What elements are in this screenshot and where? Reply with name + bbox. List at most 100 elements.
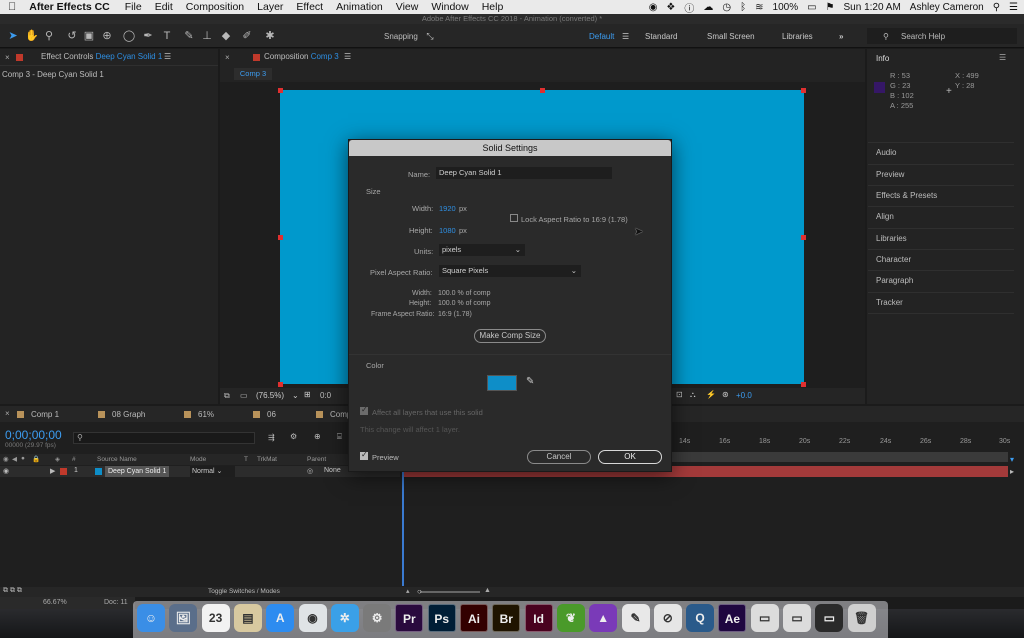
layer-row[interactable]: ◉ ▶ 1 Deep Cyan Solid 1 Normal ⌄ ◎ None <box>0 466 400 477</box>
cloud-icon[interactable]: ☁ <box>703 2 713 13</box>
hand-tool-icon[interactable]: ✋ <box>25 29 39 43</box>
track-scroll-icon[interactable]: ▸ <box>1010 467 1014 476</box>
frame-blend-icon[interactable]: ⌸ <box>337 432 342 442</box>
dock-preview-icon[interactable]: 🖼 <box>169 604 198 632</box>
dock-after-effects-icon[interactable]: Ae <box>718 604 747 632</box>
menu-file[interactable]: File <box>125 1 142 13</box>
eraser-tool-icon[interactable]: ◆ <box>219 29 233 43</box>
work-area-end-icon[interactable]: ▾ <box>1010 455 1014 464</box>
menu-composition[interactable]: Composition <box>186 1 244 13</box>
zoom-tool-icon[interactable]: ⚲ <box>42 29 56 43</box>
roto-brush-tool-icon[interactable]: ✐ <box>240 29 254 43</box>
current-time-indicator[interactable] <box>402 462 404 586</box>
time-machine-icon[interactable]: ◷ <box>722 2 731 13</box>
effect-controls-tab[interactable]: Effect Controls Deep Cyan Solid 1 <box>41 49 162 65</box>
timeline-tab-06[interactable]: 06 <box>267 410 276 419</box>
app-menu[interactable]: After Effects CC <box>29 1 110 13</box>
ok-button[interactable]: OK <box>598 450 662 464</box>
workspace-menu-icon[interactable]: ☰ <box>622 32 629 41</box>
handle-ml[interactable] <box>278 235 283 240</box>
close-timeline-tab-icon[interactable]: × <box>5 409 10 418</box>
dock-premiere-icon[interactable]: Pr <box>395 604 424 632</box>
zoom-slider-thumb[interactable]: ○ <box>417 587 422 596</box>
eyedropper-icon[interactable]: ✎ <box>526 376 534 387</box>
panel-menu-icon[interactable]: ☰ <box>164 49 171 65</box>
dock-quicktime-icon[interactable]: Q <box>686 604 715 632</box>
apple-menu-icon[interactable]:  <box>8 1 16 13</box>
column-source-name[interactable]: Source Name <box>97 456 137 463</box>
flowchart-icon[interactable]: ⛬ <box>690 390 696 400</box>
dock-doc-1-icon[interactable]: ▭ <box>750 604 779 632</box>
dock-trash-icon[interactable]: 🗑 <box>847 604 876 632</box>
workspace-default[interactable]: Default <box>589 32 614 41</box>
clone-stamp-tool-icon[interactable]: ⊥ <box>200 29 214 43</box>
layer-parent-value[interactable]: None <box>324 467 341 474</box>
menu-effect[interactable]: Effect <box>296 1 323 13</box>
timeline-tab-graph[interactable]: 08 Graph <box>112 410 145 419</box>
label-column-icon[interactable]: ◈ <box>55 455 60 463</box>
preview-checkbox[interactable] <box>360 450 368 460</box>
affect-all-checkbox[interactable] <box>360 405 368 415</box>
comp-subtab[interactable]: Comp 3 <box>234 68 272 80</box>
search-icon[interactable]: ⚲ <box>993 2 1000 13</box>
shy-icon[interactable]: ⊕ <box>314 432 321 441</box>
zoom-out-icon[interactable]: ▴ <box>406 587 410 595</box>
workspace-small-screen[interactable]: Small Screen <box>707 32 755 41</box>
puppet-tool-icon[interactable]: ✱ <box>263 29 277 43</box>
layer-search-input[interactable]: ⚲ <box>73 432 255 444</box>
width-value[interactable]: 1920 <box>439 204 456 213</box>
handle-mr[interactable] <box>801 235 806 240</box>
dock-indesign-icon[interactable]: Id <box>524 604 553 632</box>
dock-photoshop-icon[interactable]: Ps <box>427 604 456 632</box>
workspace-standard[interactable]: Standard <box>645 32 677 41</box>
workspace-libraries[interactable]: Libraries <box>782 32 813 41</box>
dock-calendar-icon[interactable]: 23 <box>201 604 230 632</box>
grid-icon[interactable]: ⊞ <box>304 390 311 399</box>
user-name[interactable]: Ashley Cameron <box>910 2 984 13</box>
handle-br[interactable] <box>801 382 806 387</box>
panel-preview[interactable]: Preview <box>876 170 904 179</box>
fast-preview-icon[interactable]: ⚡ <box>706 390 716 399</box>
search-help-field[interactable]: ⚲ Search Help <box>867 28 1017 44</box>
layer-expand-icon[interactable]: ▶ <box>50 467 55 475</box>
menu-view[interactable]: View <box>396 1 419 13</box>
handle-tr[interactable] <box>801 88 806 93</box>
column-parent[interactable]: Parent <box>307 456 326 463</box>
shape-tool-icon[interactable]: ◯ <box>122 29 136 43</box>
work-area-bar[interactable] <box>672 452 1008 462</box>
handle-bl[interactable] <box>278 382 283 387</box>
panel-character[interactable]: Character <box>876 255 911 264</box>
dock-textedit-icon[interactable]: ✎ <box>621 604 650 632</box>
panel-paragraph[interactable]: Paragraph <box>876 276 913 285</box>
menu-window[interactable]: Window <box>431 1 468 13</box>
layer-label-color[interactable] <box>60 468 67 475</box>
height-value[interactable]: 1080 <box>439 226 456 235</box>
toggle-switches-modes[interactable]: Toggle Switches / Modes <box>208 588 280 595</box>
info-panel-menu-icon[interactable]: ☰ <box>999 53 1006 62</box>
color-swatch[interactable] <box>487 375 517 391</box>
views-icon[interactable]: ⊡ <box>676 390 683 399</box>
wifi-icon[interactable]: ≋ <box>755 2 763 13</box>
parent-pickwhip-icon[interactable]: ◎ <box>307 467 313 475</box>
rotate-tool-icon[interactable]: ↺ <box>65 29 79 43</box>
zoom-select[interactable]: (76.5%) <box>256 391 284 400</box>
dock-doc-3-icon[interactable]: ▭ <box>815 604 844 632</box>
zoom-chevron-icon[interactable]: ⌄ <box>292 391 299 400</box>
cancel-button[interactable]: Cancel <box>527 450 591 464</box>
selection-tool-icon[interactable]: ➤ <box>6 29 20 43</box>
dock-vpn-app-icon[interactable]: ▲ <box>589 604 618 632</box>
dock-notes-icon[interactable]: ▤ <box>233 604 262 632</box>
menu-animation[interactable]: Animation <box>336 1 383 13</box>
dock-leaf-app-icon[interactable]: ❦ <box>556 604 585 632</box>
menu-help[interactable]: Help <box>482 1 504 13</box>
composition-tab[interactable]: Composition Comp 3 <box>264 49 339 65</box>
time-ruler[interactable]: 14s 16s 18s 20s 22s 24s 26s 28s 30s <box>672 432 1016 452</box>
name-input[interactable]: Deep Cyan Solid 1 <box>436 167 612 179</box>
monitor-icon[interactable]: ▭ <box>240 391 248 400</box>
menu-layer[interactable]: Layer <box>257 1 283 13</box>
audio-switch-icon[interactable]: ◀ <box>12 455 17 463</box>
exposure-icon[interactable]: ⊛ <box>722 390 729 399</box>
layer-visibility-icon[interactable]: ◉ <box>3 467 9 475</box>
layer-mode-select[interactable]: Normal ⌄ <box>190 466 235 477</box>
column-t[interactable]: T <box>244 456 248 463</box>
